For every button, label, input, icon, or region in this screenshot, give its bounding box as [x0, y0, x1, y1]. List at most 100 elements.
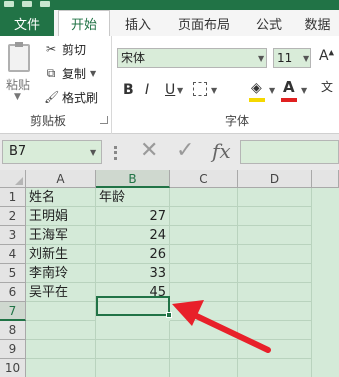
cell-b5[interactable]: 33 — [96, 264, 170, 283]
font-name-select[interactable]: 宋体 — [117, 48, 267, 68]
cut-button[interactable]: ✂ 剪切 — [44, 40, 86, 58]
save-icon[interactable] — [22, 1, 32, 7]
grid-cell[interactable] — [170, 302, 238, 321]
grid-cell[interactable] — [238, 340, 312, 359]
grid-cell[interactable] — [170, 321, 238, 340]
grid-cell[interactable] — [238, 226, 312, 245]
tab-insert[interactable]: 插入 — [116, 10, 160, 36]
grid-cell[interactable] — [238, 207, 312, 226]
formula-input[interactable] — [240, 140, 339, 164]
chevron-down-icon[interactable]: ▼ — [303, 54, 309, 63]
enter-icon[interactable]: ✓ — [176, 138, 194, 163]
title-bar — [0, 0, 339, 10]
font-color-icon[interactable]: A — [283, 78, 295, 96]
row-header-4[interactable]: 4 — [0, 245, 26, 264]
bold-icon[interactable]: B — [123, 80, 134, 100]
grid-cell[interactable] — [170, 283, 238, 302]
chevron-down-icon[interactable]: ▼ — [90, 148, 96, 157]
row-header-9[interactable]: 9 — [0, 340, 26, 359]
grid-cell[interactable] — [170, 340, 238, 359]
tab-home[interactable]: 开始 — [58, 10, 110, 36]
tab-page-layout[interactable]: 页面布局 — [166, 10, 242, 36]
cancel-icon[interactable]: ✕ — [140, 138, 158, 163]
row-header-5[interactable]: 5 — [0, 264, 26, 283]
font-color-swatch — [281, 98, 297, 102]
grid-cell[interactable] — [238, 188, 312, 207]
underline-icon[interactable]: U — [165, 80, 175, 100]
grid-cell[interactable] — [170, 264, 238, 283]
grid-cell[interactable] — [238, 264, 312, 283]
splitter-handle[interactable] — [114, 146, 117, 160]
grid-cell[interactable] — [170, 188, 238, 207]
grid-cell[interactable] — [170, 359, 238, 377]
row-header-10[interactable]: 10 — [0, 359, 26, 377]
borders-icon[interactable] — [193, 82, 207, 96]
column-header-next[interactable] — [312, 170, 339, 188]
brush-icon: 🖌 — [44, 90, 60, 104]
cell-b1[interactable]: 年龄 — [96, 188, 170, 207]
column-header-d[interactable]: D — [238, 170, 312, 188]
chevron-down-icon[interactable]: ▼ — [269, 86, 275, 95]
row-header-6[interactable]: 6 — [0, 283, 26, 302]
cell-a4[interactable]: 刘新生 — [26, 245, 96, 264]
chevron-down-icon[interactable]: ▼ — [301, 86, 307, 95]
chevron-down-icon[interactable]: ▼ — [211, 86, 217, 95]
grid-cell[interactable] — [170, 226, 238, 245]
grid-cell[interactable] — [238, 283, 312, 302]
tab-file[interactable]: 文件 — [0, 10, 54, 36]
cell-b2[interactable]: 27 — [96, 207, 170, 226]
phonetic-guide-icon[interactable]: 文 — [321, 78, 333, 95]
grid-cell[interactable] — [238, 302, 312, 321]
grid-cell[interactable] — [26, 321, 96, 340]
name-box[interactable]: B7 — [2, 140, 102, 164]
cell-a5[interactable]: 李南玲 — [26, 264, 96, 283]
cell-b3[interactable]: 24 — [96, 226, 170, 245]
cell-a1[interactable]: 姓名 — [26, 188, 96, 207]
fill-color-icon[interactable]: ◈ — [251, 80, 262, 96]
fill-handle[interactable] — [166, 312, 172, 318]
paste-icon[interactable] — [8, 42, 30, 72]
tab-formulas[interactable]: 公式 — [248, 10, 290, 36]
row-header-3[interactable]: 3 — [0, 226, 26, 245]
cell-a2[interactable]: 王明娟 — [26, 207, 96, 226]
cell-a6[interactable]: 吴平在 — [26, 283, 96, 302]
increase-font-size-icon[interactable]: A▲ — [319, 48, 334, 64]
row-header-2[interactable]: 2 — [0, 207, 26, 226]
chevron-down-icon[interactable]: ▼ — [258, 54, 264, 63]
worksheet-grid[interactable]: A B C D 1 2 3 4 5 6 7 8 9 10 姓名 年龄 王明娟 2… — [0, 170, 339, 377]
grid-cell[interactable] — [96, 321, 170, 340]
cell-a3[interactable]: 王海军 — [26, 226, 96, 245]
grid-cell[interactable] — [96, 359, 170, 377]
grid-cell[interactable] — [238, 321, 312, 340]
row-header-7[interactable]: 7 — [0, 302, 26, 321]
italic-icon[interactable]: I — [145, 80, 149, 100]
tab-data[interactable]: 数据 — [296, 10, 339, 36]
select-all-button[interactable] — [0, 170, 26, 188]
selected-cell-b7[interactable] — [96, 296, 170, 316]
cell-b4[interactable]: 26 — [96, 245, 170, 264]
clipboard-group-label: 剪贴板 — [30, 114, 67, 128]
undo-icon[interactable] — [40, 1, 50, 7]
column-header-b[interactable]: B — [96, 170, 170, 188]
grid-cell[interactable] — [26, 302, 96, 321]
grid-cell[interactable] — [238, 359, 312, 377]
grid-cell[interactable] — [170, 245, 238, 264]
grid-cell[interactable] — [26, 359, 96, 377]
dialog-launcher-icon[interactable] — [100, 116, 108, 124]
paste-button[interactable]: 粘贴 — [6, 76, 30, 93]
column-header-a[interactable]: A — [26, 170, 96, 188]
insert-function-icon[interactable]: fx — [212, 139, 231, 163]
row-header-1[interactable]: 1 — [0, 188, 26, 207]
cut-label: 剪切 — [62, 42, 87, 57]
grid-cell[interactable] — [26, 340, 96, 359]
chevron-down-icon[interactable]: ▼ — [14, 92, 21, 102]
format-painter-button[interactable]: 🖌 格式刷 — [44, 88, 98, 106]
grid-cell[interactable] — [96, 340, 170, 359]
grid-cell[interactable] — [238, 245, 312, 264]
grid-cell[interactable] — [170, 207, 238, 226]
chevron-down-icon[interactable]: ▼ — [177, 86, 183, 95]
column-header-c[interactable]: C — [170, 170, 238, 188]
copy-button[interactable]: ⧉ 复制 ▼ — [44, 64, 96, 82]
chevron-down-icon[interactable]: ▼ — [90, 69, 96, 78]
row-header-8[interactable]: 8 — [0, 321, 26, 340]
